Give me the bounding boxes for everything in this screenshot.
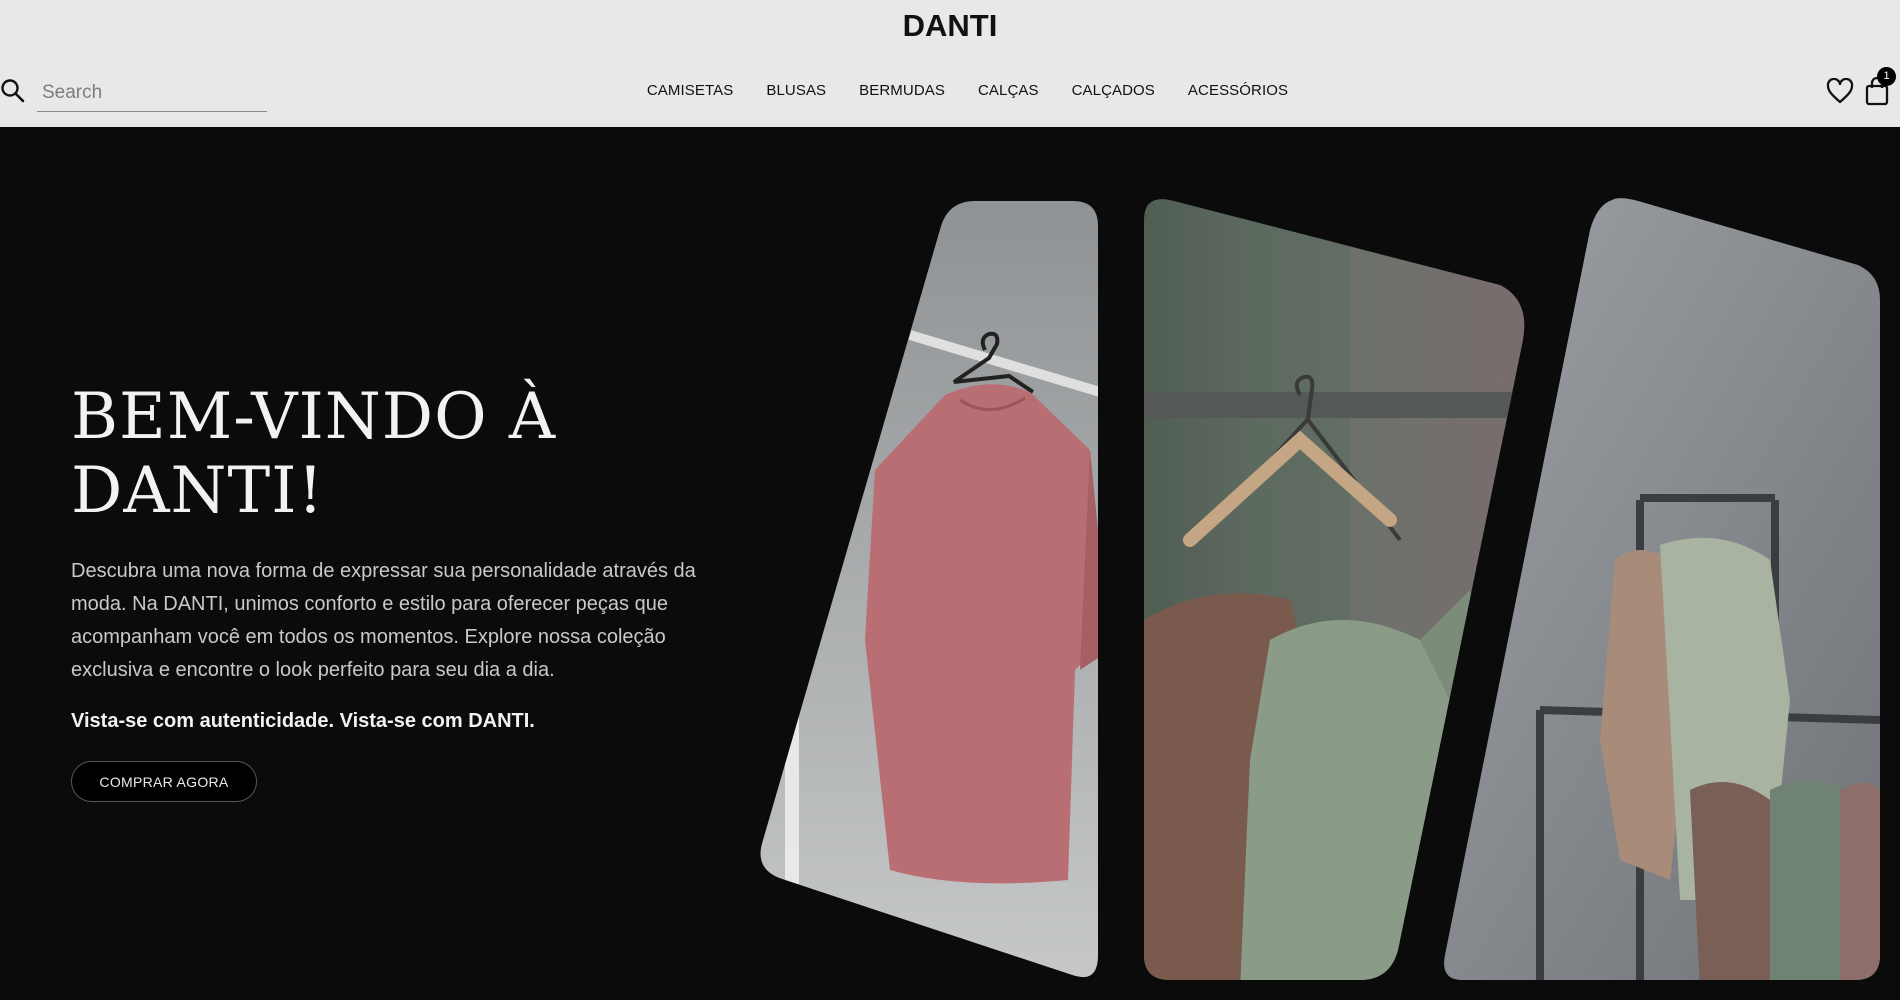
hero-title: BEM-VINDO À DANTI! — [71, 380, 631, 528]
hero-description: Descubra uma nova forma de expressar sua… — [71, 560, 696, 681]
shop-now-button[interactable]: COMPRAR AGORA — [71, 761, 257, 802]
hero-title-line-1: BEM-VINDO À — [71, 380, 557, 454]
gallery-image-pink-tshirt — [759, 200, 1099, 979]
hero-tagline: Vista-se com autenticidade. Vista-se com… — [71, 710, 535, 732]
hero-title-line-2: DANTI! — [71, 454, 325, 528]
